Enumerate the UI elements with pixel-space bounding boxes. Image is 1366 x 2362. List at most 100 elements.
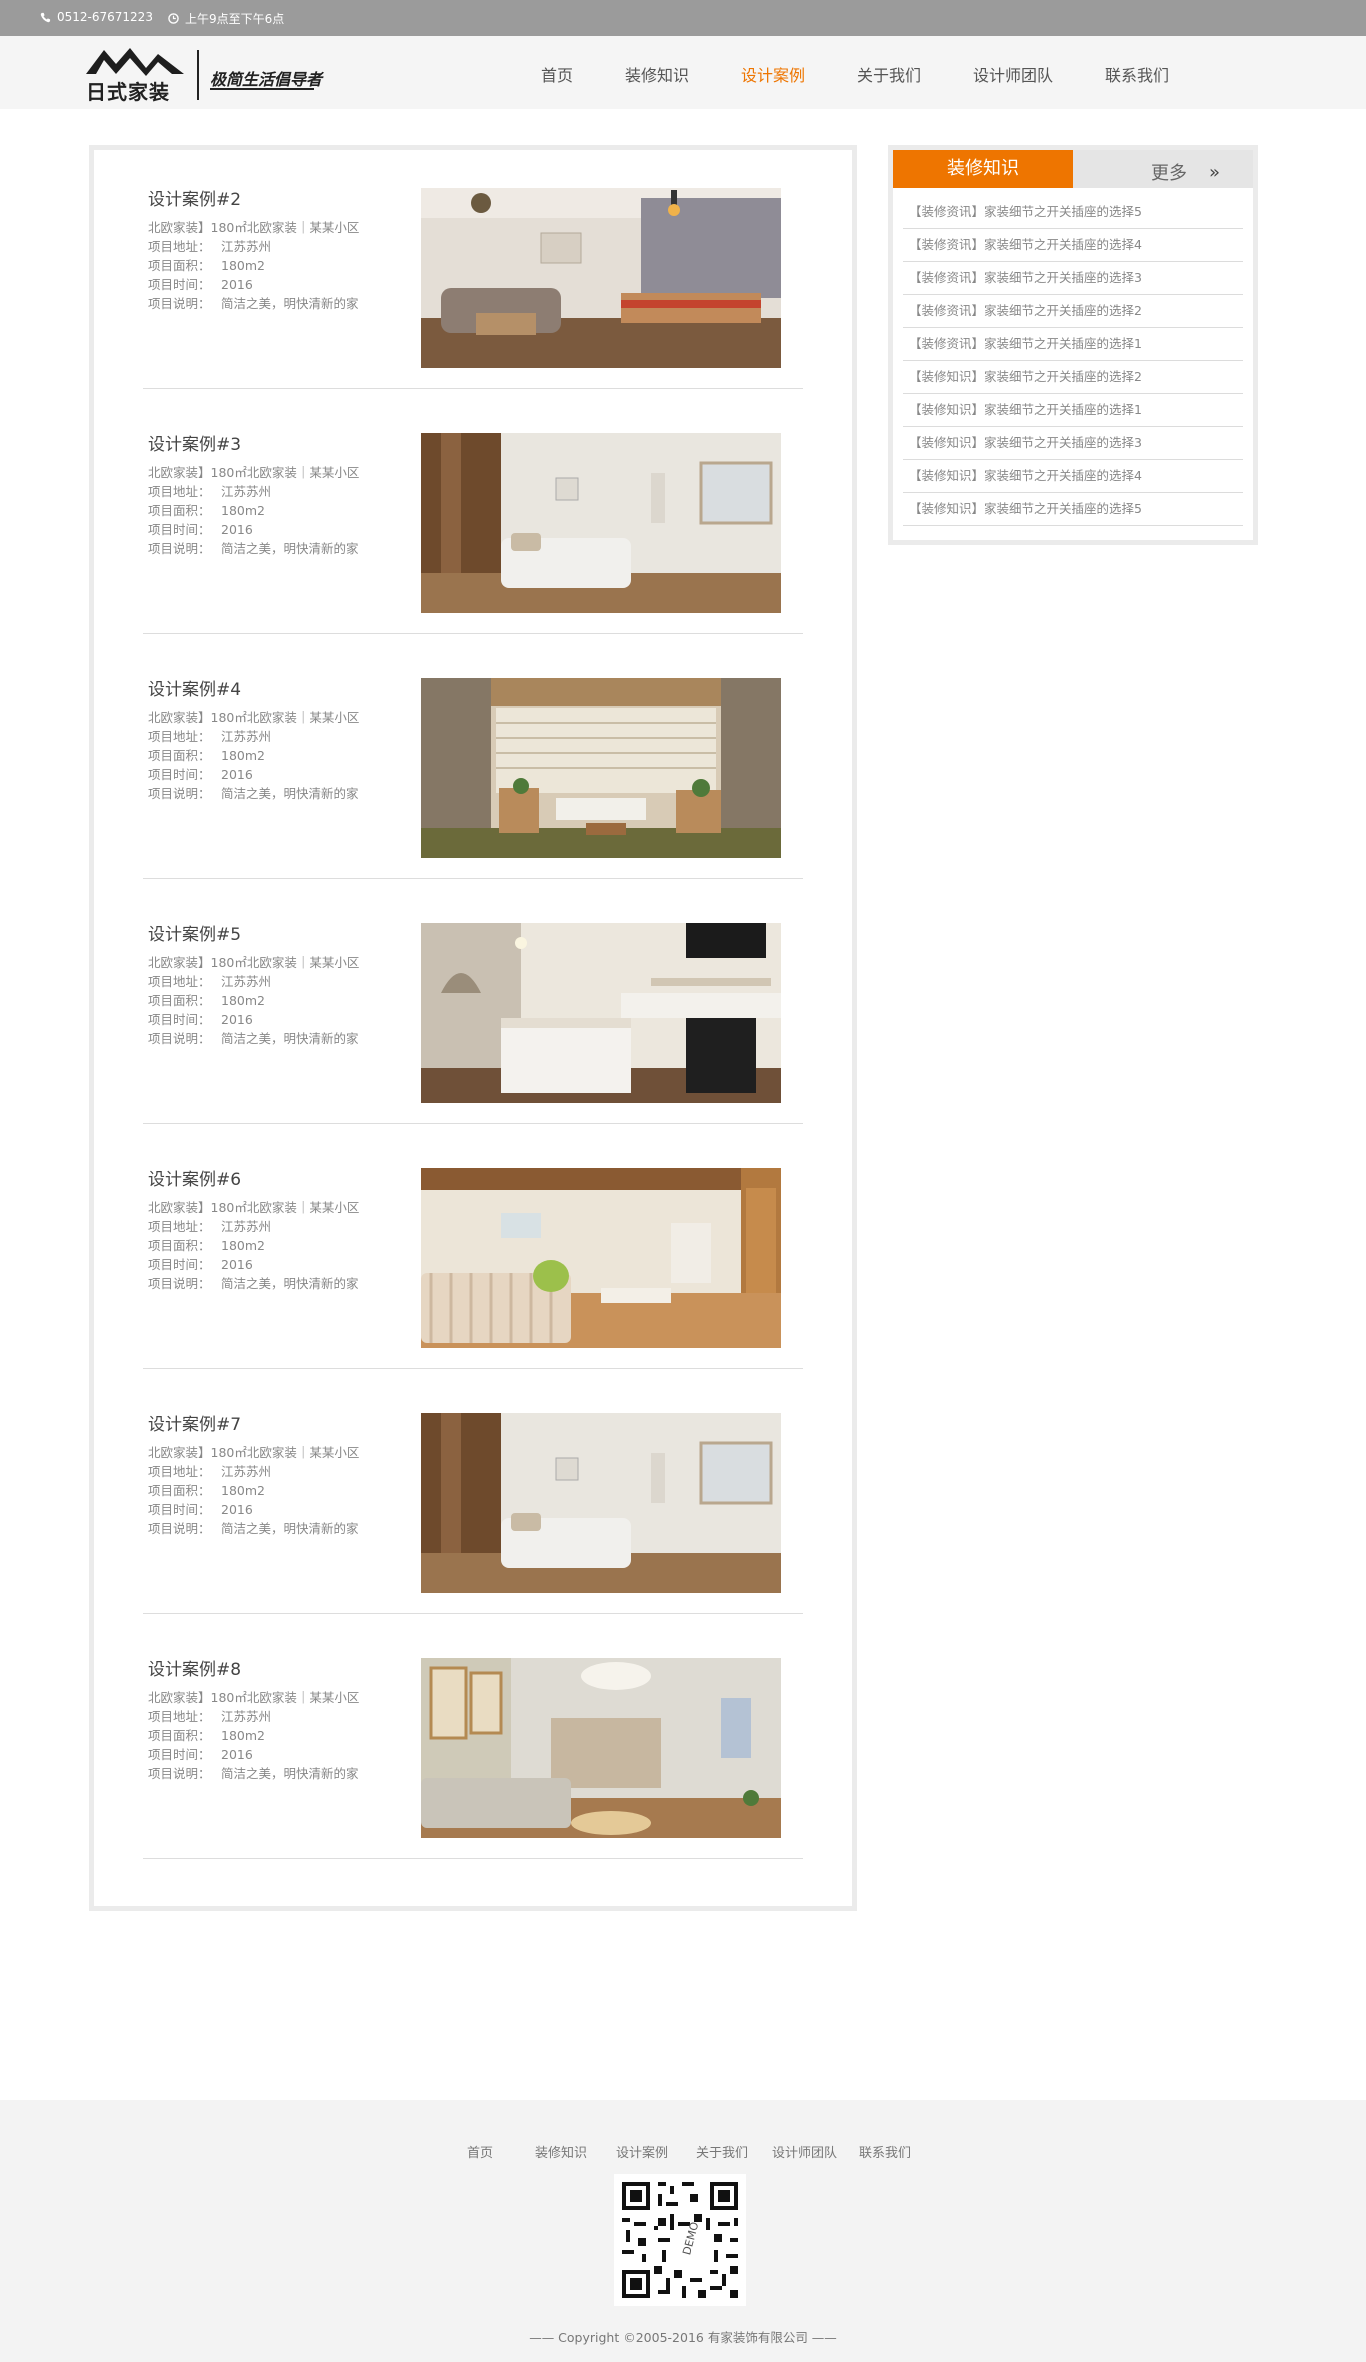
- case-area: 项目面积： 180m2: [148, 1483, 265, 1498]
- nav-contact[interactable]: 联系我们: [1105, 62, 1169, 86]
- business-hours: 上午9点至下午6点: [185, 12, 285, 26]
- clock-icon: [168, 13, 179, 24]
- nav-home[interactable]: 首页: [541, 62, 573, 86]
- case-title[interactable]: 设计案例#7: [148, 1410, 241, 1435]
- site-footer: 首页 装修知识 设计案例 关于我们 设计师团队 联系我们 DEMO —— Cop…: [0, 2100, 1366, 2362]
- sidebar-article-link[interactable]: 【装修资讯】家装细节之开关插座的选择2: [903, 295, 1243, 328]
- case-item[interactable]: 设计案例#7 北欧家装】180㎡北欧家装｜某某小区 项目地址： 江苏苏州 项目面积…: [143, 1370, 803, 1615]
- case-address: 项目地址： 江苏苏州: [148, 239, 272, 254]
- case-time: 项目时间： 2016: [148, 1257, 253, 1272]
- nav-designer-team[interactable]: 设计师团队: [973, 62, 1053, 86]
- case-photo-kitchen[interactable]: [421, 923, 781, 1103]
- case-item[interactable]: 设计案例#4 北欧家装】180㎡北欧家装｜某某小区 项目地址： 江苏苏州 项目面积…: [143, 635, 803, 880]
- case-description: 项目说明： 简洁之美，明快清新的家: [148, 1276, 359, 1291]
- case-divider: [143, 1368, 803, 1369]
- case-description: 项目说明： 简洁之美，明快清新的家: [148, 296, 359, 311]
- case-divider: [143, 1858, 803, 1859]
- sidebar-article-link[interactable]: 【装修知识】家装细节之开关插座的选择1: [903, 394, 1243, 427]
- qr-code: DEMO: [614, 2174, 746, 2306]
- case-item[interactable]: 设计案例#3 北欧家装】180㎡北欧家装｜某某小区 项目地址： 江苏苏州 项目面积…: [143, 390, 803, 635]
- footer-nav-design-cases[interactable]: 设计案例: [616, 2142, 668, 2161]
- case-description: 项目说明： 简洁之美，明快清新的家: [148, 1031, 359, 1046]
- phone-icon: [40, 12, 51, 22]
- case-address: 项目地址： 江苏苏州: [148, 729, 272, 744]
- case-title[interactable]: 设计案例#5: [148, 920, 241, 945]
- case-divider: [143, 878, 803, 879]
- sidebar-article-list: 【装修资讯】家装细节之开关插座的选择5 【装修资讯】家装细节之开关插座的选择4 …: [903, 196, 1243, 526]
- sidebar-article-link[interactable]: 【装修资讯】家装细节之开关插座的选择3: [903, 262, 1243, 295]
- case-photo-white-sofa[interactable]: [421, 433, 781, 613]
- case-description: 项目说明： 简洁之美，明快清新的家: [148, 1766, 359, 1781]
- case-subtitle: 北欧家装】180㎡北欧家装｜某某小区: [148, 465, 360, 480]
- nav-knowledge[interactable]: 装修知识: [625, 62, 689, 86]
- logo-divider: [197, 50, 199, 100]
- case-area: 项目面积： 180m2: [148, 748, 265, 763]
- footer-nav-contact[interactable]: 联系我们: [859, 2142, 911, 2161]
- sidebar-article-link[interactable]: 【装修资讯】家装细节之开关插座的选择1: [903, 328, 1243, 361]
- case-item[interactable]: 设计案例#5 北欧家装】180㎡北欧家装｜某某小区 项目地址： 江苏苏州 项目面积…: [143, 880, 803, 1125]
- phone-info: 0512-67671223: [40, 10, 153, 24]
- case-area: 项目面积： 180m2: [148, 503, 265, 518]
- sidebar-article-link[interactable]: 【装修资讯】家装细节之开关插座的选择4: [903, 229, 1243, 262]
- nav-about[interactable]: 关于我们: [857, 62, 921, 86]
- brand-name: 日式家装: [86, 80, 170, 104]
- case-title[interactable]: 设计案例#8: [148, 1655, 241, 1680]
- case-area: 项目面积： 180m2: [148, 258, 265, 273]
- sidebar-article-link[interactable]: 【装修知识】家装细节之开关插座的选择4: [903, 460, 1243, 493]
- footer-nav-home[interactable]: 首页: [467, 2142, 493, 2161]
- case-title[interactable]: 设计案例#6: [148, 1165, 241, 1190]
- case-time: 项目时间： 2016: [148, 1502, 253, 1517]
- case-item[interactable]: 设计案例#6 北欧家装】180㎡北欧家装｜某某小区 项目地址： 江苏苏州 项目面积…: [143, 1125, 803, 1370]
- case-subtitle: 北欧家装】180㎡北欧家装｜某某小区: [148, 1200, 360, 1215]
- case-address: 项目地址： 江苏苏州: [148, 1219, 272, 1234]
- footer-nav-knowledge[interactable]: 装修知识: [535, 2142, 587, 2161]
- case-address: 项目地址： 江苏苏州: [148, 484, 272, 499]
- case-area: 项目面积： 180m2: [148, 993, 265, 1008]
- case-address: 项目地址： 江苏苏州: [148, 1709, 272, 1724]
- case-title[interactable]: 设计案例#3: [148, 430, 241, 455]
- case-time: 项目时间： 2016: [148, 767, 253, 782]
- sidebar-article-link[interactable]: 【装修知识】家装细节之开关插座的选择3: [903, 427, 1243, 460]
- case-photo-pendant-lamp[interactable]: [421, 1658, 781, 1838]
- footer-nav-about[interactable]: 关于我们: [696, 2142, 748, 2161]
- sidebar-header: 装修知识 更多 »: [893, 150, 1253, 188]
- case-time: 项目时间： 2016: [148, 1012, 253, 1027]
- case-item[interactable]: 设计案例#8 北欧家装】180㎡北欧家装｜某某小区 项目地址： 江苏苏州 项目面积…: [143, 1615, 803, 1860]
- copyright-text: —— Copyright ©2005-2016 有家装饰有限公司 ——: [529, 2330, 837, 2345]
- case-area: 项目面积： 180m2: [148, 1238, 265, 1253]
- nav-design-cases[interactable]: 设计案例: [741, 62, 805, 86]
- case-divider: [143, 1123, 803, 1124]
- case-description: 项目说明： 简洁之美，明快清新的家: [148, 786, 359, 801]
- sidebar-tab-knowledge[interactable]: 装修知识: [893, 150, 1073, 188]
- top-info-bar: 0512-67671223 上午9点至下午6点: [0, 0, 1366, 36]
- site-logo[interactable]: 日式家装 极简生活倡导者: [86, 44, 346, 104]
- case-subtitle: 北欧家装】180㎡北欧家装｜某某小区: [148, 220, 360, 235]
- case-divider: [143, 1613, 803, 1614]
- case-subtitle: 北欧家装】180㎡北欧家装｜某某小区: [148, 710, 360, 725]
- case-divider: [143, 633, 803, 634]
- sidebar-article-link[interactable]: 【装修知识】家装细节之开关插座的选择5: [903, 493, 1243, 526]
- slogan-underline: [210, 88, 314, 90]
- case-description: 项目说明： 简洁之美，明快清新的家: [148, 541, 359, 556]
- sidebar-article-link[interactable]: 【装修资讯】家装细节之开关插座的选择5: [903, 196, 1243, 229]
- roof-logo-icon: [86, 48, 184, 76]
- sidebar-article-link[interactable]: 【装修知识】家装细节之开关插座的选择2: [903, 361, 1243, 394]
- hours-info: 上午9点至下午6点: [168, 10, 284, 27]
- case-photo-white-sofa[interactable]: [421, 1413, 781, 1593]
- case-time: 项目时间： 2016: [148, 522, 253, 537]
- case-title[interactable]: 设计案例#2: [148, 185, 241, 210]
- sidebar-more-link[interactable]: 更多: [1151, 159, 1187, 185]
- case-photo-striped-sofa[interactable]: [421, 1168, 781, 1348]
- case-item[interactable]: 设计案例#2 北欧家装】180㎡北欧家装｜某某小区 项目地址： 江苏苏州 项目面积…: [143, 145, 803, 390]
- case-time: 项目时间： 2016: [148, 277, 253, 292]
- phone-number: 0512-67671223: [57, 10, 153, 24]
- case-title[interactable]: 设计案例#4: [148, 675, 241, 700]
- case-subtitle: 北欧家装】180㎡北欧家装｜某某小区: [148, 1690, 360, 1705]
- case-photo-living-dining[interactable]: [421, 188, 781, 368]
- case-photo-sunroom[interactable]: [421, 678, 781, 858]
- case-subtitle: 北欧家装】180㎡北欧家装｜某某小区: [148, 955, 360, 970]
- case-divider: [143, 388, 803, 389]
- double-chevron-right-icon[interactable]: »: [1209, 162, 1220, 183]
- brand-slogan: 极简生活倡导者: [210, 70, 323, 89]
- footer-nav-designer-team[interactable]: 设计师团队: [772, 2142, 837, 2161]
